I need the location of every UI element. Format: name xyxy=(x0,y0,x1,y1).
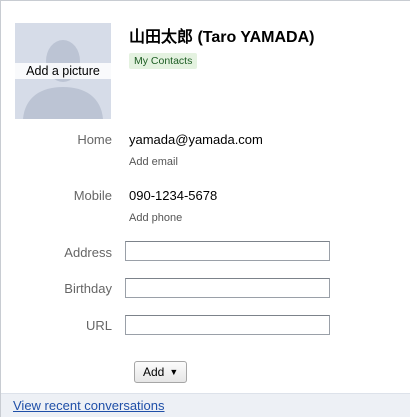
card-footer: View recent conversations xyxy=(1,393,410,417)
url-input[interactable] xyxy=(125,315,330,335)
add-phone-link[interactable]: Add phone xyxy=(129,212,182,224)
add-button-label: Add xyxy=(143,365,165,379)
address-input[interactable] xyxy=(125,241,330,261)
phone-type-label: Mobile xyxy=(73,188,112,203)
phone-value[interactable]: 090-1234-5678 xyxy=(129,188,217,203)
email-type-label: Home xyxy=(77,132,112,147)
dropdown-caret-icon: ▼ xyxy=(169,366,179,377)
birthday-label: Birthday xyxy=(64,281,112,296)
birthday-input[interactable] xyxy=(125,278,330,298)
email-value[interactable]: yamada@yamada.com xyxy=(129,132,263,147)
contact-photo[interactable]: Add a picture xyxy=(15,23,111,119)
group-badge[interactable]: My Contacts xyxy=(129,53,198,69)
contact-name: 山田太郎 (Taro YAMADA) xyxy=(129,29,315,46)
contact-card: Add a picture 山田太郎 (Taro YAMADA) My Cont… xyxy=(0,0,410,417)
view-recent-conversations-link[interactable]: View recent conversations xyxy=(13,398,165,413)
add-email-link[interactable]: Add email xyxy=(129,156,178,168)
url-label: URL xyxy=(85,318,112,333)
add-picture-label[interactable]: Add a picture xyxy=(15,63,111,79)
address-label: Address xyxy=(64,245,112,260)
add-field-button[interactable]: Add ▼ xyxy=(134,361,188,383)
